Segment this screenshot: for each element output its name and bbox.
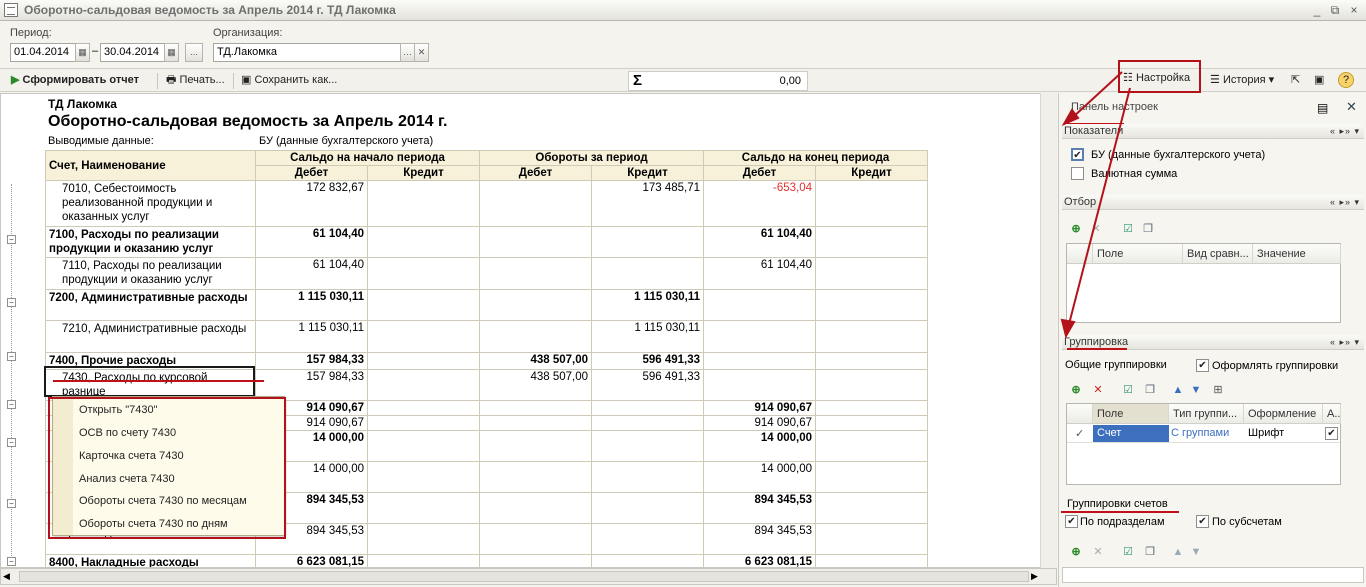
annotation-arrowhead <box>1061 108 1080 127</box>
annotation-arrows <box>1060 71 1131 339</box>
annotation-arrow <box>1067 87 1131 329</box>
annotation-arrow <box>1071 71 1123 119</box>
annotation-arrowhead <box>1060 318 1076 339</box>
